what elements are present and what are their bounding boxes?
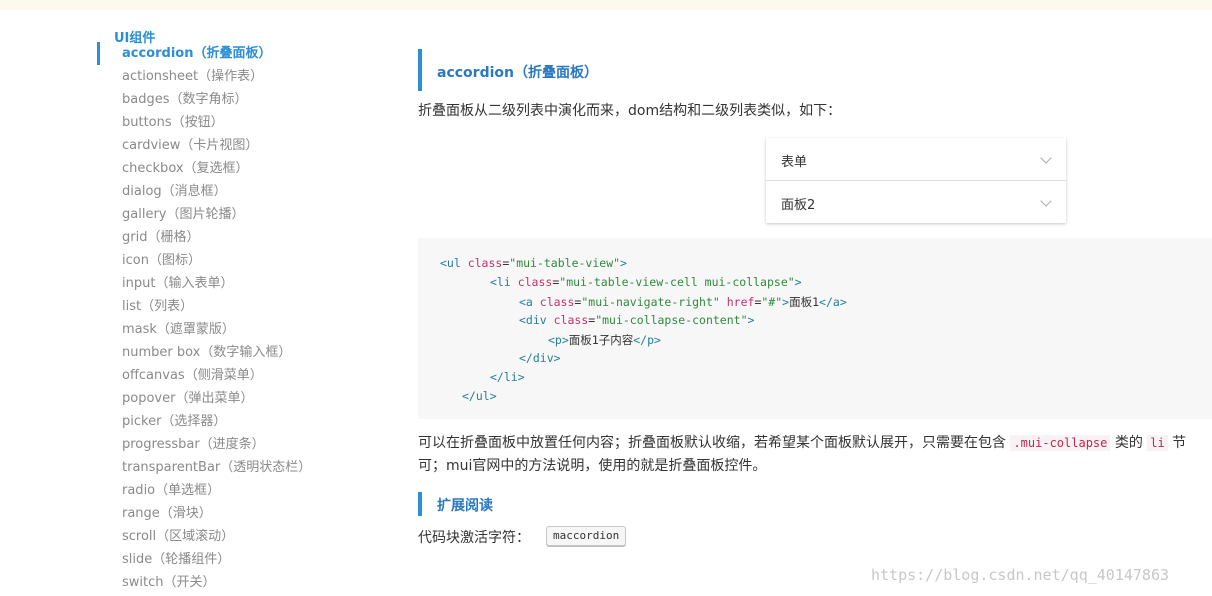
code-block: <ul class="mui-table-view"> <li class="m… <box>418 238 1212 419</box>
watermark: https://blog.csdn.net/qq_40147863 <box>871 566 1170 584</box>
code-line: <ul class="mui-table-view"> <box>440 256 627 270</box>
sidebar-item-offcanvas[interactable]: offcanvas（侧滑菜单） <box>97 364 311 387</box>
main-content: accordion（折叠面板） 折叠面板从二级列表中演化而来，dom结构和二级列… <box>418 0 1212 596</box>
sidebar-item-actionsheet[interactable]: actionsheet（操作表） <box>97 65 311 88</box>
accordion-panel-label: 表单 <box>781 155 808 170</box>
code-line: </ul> <box>462 389 497 403</box>
section-heading-text: accordion（折叠面板） <box>437 65 598 81</box>
sidebar-item-slide[interactable]: slide（轮播组件） <box>97 548 311 571</box>
snippet-trigger-key: maccordion <box>546 526 627 546</box>
code-line: <div class="mui-collapse-content"> <box>519 313 755 327</box>
chevron-down-icon <box>1040 152 1052 164</box>
sidebar-item-accordion[interactable]: accordion（折叠面板） <box>97 42 311 65</box>
code-line: </div> <box>519 351 561 365</box>
sidebar-item-progressbar[interactable]: progressbar（进度条） <box>97 433 311 456</box>
description-paragraph: 可以在折叠面板中放置任何内容；折叠面板默认收缩，若希望某个面板默认展开，只需要在… <box>418 435 1187 451</box>
inline-code: li <box>1147 435 1168 451</box>
sidebar-item-number-box[interactable]: number box（数字输入框） <box>97 341 311 364</box>
sidebar-item-badges[interactable]: badges（数字角标） <box>97 88 311 111</box>
sidebar-item-dialog[interactable]: dialog（消息框） <box>97 180 311 203</box>
description-paragraph-cont: 可；mui官网中的方法说明，使用的就是折叠面板控件。 <box>418 458 767 474</box>
sidebar-item-popover[interactable]: popover（弹出菜单） <box>97 387 311 410</box>
sidebar-item-buttons[interactable]: buttons（按钮） <box>97 111 311 134</box>
sidebar-item-grid[interactable]: grid（栅格） <box>97 226 311 249</box>
sidebar-item-scroll[interactable]: scroll（区域滚动） <box>97 525 311 548</box>
accordion-panel-label: 面板2 <box>781 198 816 213</box>
sidebar-item-mask[interactable]: mask（遮罩蒙版） <box>97 318 311 341</box>
sidebar-item-cardview[interactable]: cardview（卡片视图） <box>97 134 311 157</box>
further-reading-heading-text: 扩展阅读 <box>437 498 493 514</box>
sidebar-item-checkbox[interactable]: checkbox（复选框） <box>97 157 311 180</box>
sidebar-item-gallery[interactable]: gallery（图片轮播） <box>97 203 311 226</box>
accordion-panel-form[interactable]: 表单 <box>766 138 1066 180</box>
section-heading: accordion（折叠面板） <box>418 49 802 91</box>
code-line: <a class="mui-navigate-right" href="#">面… <box>519 295 847 309</box>
sidebar-item-radio[interactable]: radio（单选框） <box>97 479 311 502</box>
sidebar-nav: accordion（折叠面板） actionsheet（操作表） badges（… <box>97 42 311 594</box>
sidebar-item-icon[interactable]: icon（图标） <box>97 249 311 272</box>
sidebar-item-transparentbar[interactable]: transparentBar（透明状态栏） <box>97 456 311 479</box>
further-reading-heading: 扩展阅读 <box>418 492 622 516</box>
sidebar-item-list[interactable]: list（列表） <box>97 295 311 318</box>
code-line: <li class="mui-table-view-cell mui-colla… <box>490 275 802 289</box>
inline-code: .mui-collapse <box>1010 435 1111 451</box>
accordion-demo: 表单 面板2 <box>766 138 1066 223</box>
code-line: <p>面板1子内容</p> <box>548 333 661 347</box>
sidebar-item-picker[interactable]: picker（选择器） <box>97 410 311 433</box>
sidebar-item-input[interactable]: input（输入表单） <box>97 272 311 295</box>
sidebar: UI组件 accordion（折叠面板） actionsheet（操作表） ba… <box>0 10 320 596</box>
sidebar-item-range[interactable]: range（滑块） <box>97 502 311 525</box>
sidebar-item-switch[interactable]: switch（开关） <box>97 571 311 594</box>
code-line: </li> <box>490 370 525 384</box>
chevron-down-icon <box>1040 195 1052 207</box>
accordion-panel-2[interactable]: 面板2 <box>766 181 1066 223</box>
intro-text: 折叠面板从二级列表中演化而来，dom结构和二级列表类似，如下： <box>418 103 842 119</box>
snippet-trigger-label: 代码块激活字符： <box>418 530 530 546</box>
